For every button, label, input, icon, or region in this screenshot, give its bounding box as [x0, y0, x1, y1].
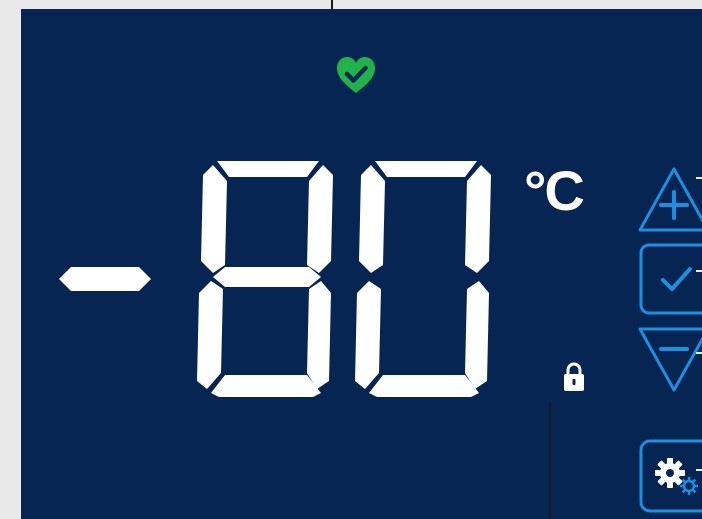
increase-button[interactable] — [636, 166, 702, 234]
gears-icon — [639, 439, 702, 513]
digit-0 — [355, 161, 491, 397]
temperature-display — [59, 161, 491, 397]
check-icon — [639, 243, 702, 315]
lock-icon — [564, 362, 584, 391]
callout-line-increase — [696, 177, 702, 179]
heart-check-icon — [337, 57, 375, 93]
digit-8 — [197, 161, 333, 397]
confirm-button[interactable] — [639, 243, 702, 315]
settings-button[interactable] — [639, 439, 702, 513]
callout-line-lock — [549, 403, 551, 519]
screen-frame: °C — [0, 0, 702, 519]
minus-segment — [59, 267, 151, 291]
callout-line-confirm — [696, 270, 702, 272]
plus-icon — [638, 167, 702, 232]
temperature-unit: °C — [524, 159, 585, 222]
callout-line-settings — [696, 469, 702, 471]
control-panel: °C — [21, 9, 702, 519]
minus-icon — [638, 327, 702, 392]
callout-line-decrease — [696, 352, 702, 354]
decrease-button[interactable] — [636, 325, 702, 393]
